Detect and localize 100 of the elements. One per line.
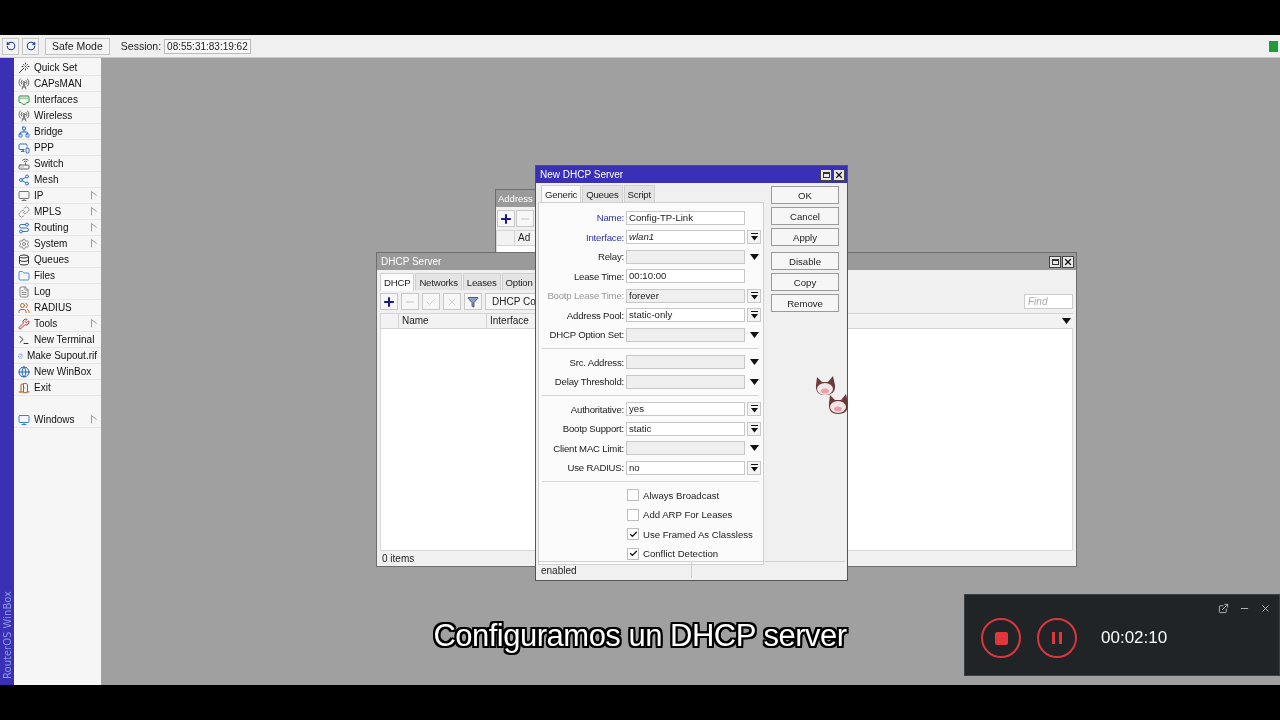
dialog-button[interactable]: Disable — [771, 252, 839, 270]
dropdown-icon — [749, 445, 759, 452]
dropdown-icon — [750, 291, 758, 300]
toolbar-button[interactable] — [497, 210, 515, 227]
tab[interactable]: Option — [501, 273, 537, 290]
switch-icon — [18, 157, 30, 170]
tab[interactable]: Leases — [462, 273, 501, 290]
input-field[interactable]: static-only — [626, 308, 745, 323]
input-field[interactable]: 00:10:00 — [626, 269, 745, 284]
tab[interactable]: Script — [623, 185, 655, 202]
menu-item[interactable]: Bridge — [14, 124, 101, 140]
close-icon — [1063, 256, 1073, 267]
menu-item[interactable]: Tools — [14, 316, 101, 332]
dropdown-icon — [750, 405, 758, 414]
close-icon[interactable] — [1260, 603, 1271, 614]
dropdown-button[interactable] — [747, 308, 761, 323]
toolbar-button[interactable] — [380, 293, 398, 310]
field-label: Src. Address: — [568, 356, 624, 368]
dropdown-icon — [749, 378, 759, 385]
field-label: DHCP Option Set: — [548, 329, 624, 341]
input-field[interactable]: no — [626, 460, 745, 475]
checkbox-label: Use Framed As Classless — [643, 528, 753, 540]
window-title: Address — [498, 193, 533, 204]
gear-icon — [18, 237, 30, 250]
menu-item[interactable]: Windows — [14, 412, 101, 428]
add-icon — [499, 211, 513, 226]
menu-item[interactable]: Log — [14, 284, 101, 300]
input-field[interactable] — [626, 355, 745, 370]
dropdown-button[interactable] — [747, 421, 761, 436]
input-field[interactable]: yes — [626, 402, 745, 417]
checkbox[interactable] — [627, 489, 639, 502]
menu-item[interactable]: IP — [14, 188, 101, 204]
maximize-button[interactable] — [1049, 255, 1061, 268]
session-label: Session: — [120, 40, 162, 52]
input-field[interactable] — [626, 441, 745, 456]
stack-icon — [18, 253, 30, 266]
tab[interactable]: Networks — [415, 273, 462, 290]
checkbox[interactable] — [627, 547, 639, 560]
monitor-icon — [18, 189, 30, 202]
dropdown-button[interactable] — [747, 460, 761, 475]
field-label: Address Pool: — [565, 309, 624, 321]
wrench-icon — [18, 317, 30, 330]
checkbox[interactable] — [627, 508, 639, 521]
network-icon — [18, 125, 30, 138]
dialog-button[interactable]: OK — [771, 186, 839, 204]
field-label: Name: — [595, 212, 624, 224]
dropdown-button[interactable] — [747, 230, 761, 245]
menu-item[interactable]: New WinBox — [14, 364, 101, 380]
input-field[interactable]: Config-TP-Link — [626, 210, 745, 225]
input-field[interactable] — [626, 374, 745, 389]
dialog-button[interactable]: Remove — [771, 294, 839, 312]
menu-item[interactable]: MPLS — [14, 204, 101, 220]
tab[interactable]: Queues — [582, 185, 623, 202]
item-count: 0 items — [382, 553, 415, 564]
pop-out-icon[interactable] — [1218, 603, 1229, 614]
antenna-icon — [18, 109, 30, 122]
input-field[interactable] — [626, 249, 745, 264]
dialog-button[interactable]: Apply — [771, 228, 839, 246]
document-icon — [18, 285, 30, 298]
stop-button[interactable] — [981, 618, 1021, 658]
tab[interactable]: DHCP — [380, 273, 415, 291]
dialog-button[interactable]: Copy — [771, 273, 839, 291]
input-field[interactable] — [626, 327, 745, 342]
brand-label: RouterOS WinBox — [1, 591, 13, 679]
column-header[interactable]: Name — [398, 314, 486, 328]
close-button[interactable] — [1062, 255, 1074, 268]
dropdown-button[interactable] — [747, 288, 761, 303]
session-field[interactable]: 08:55:31:83:19:62 — [164, 38, 251, 54]
redo-button[interactable] — [22, 37, 39, 55]
close-icon — [834, 169, 844, 180]
dropdown-button[interactable] — [747, 402, 761, 417]
door-icon — [18, 381, 30, 394]
undo-icon — [5, 41, 16, 51]
monitor-icon — [18, 413, 30, 426]
undo-button[interactable] — [2, 37, 19, 55]
maximize-icon — [822, 171, 830, 178]
stop-icon — [994, 631, 1008, 645]
window-title: DHCP Server — [381, 256, 442, 267]
subtitle: Configuramos un DHCP server — [433, 618, 847, 653]
maximize-button[interactable] — [820, 168, 832, 181]
dropdown-icon — [749, 331, 759, 338]
pause-icon — [1052, 632, 1062, 644]
input-field[interactable]: static — [626, 421, 745, 436]
input-field[interactable]: wlan1 — [626, 230, 745, 245]
devices-icon — [18, 141, 30, 154]
safe-mode-button[interactable]: Safe Mode — [45, 37, 110, 55]
tab[interactable]: Generic — [541, 185, 582, 203]
field-label: Delay Threshold: — [553, 376, 624, 388]
menu-item[interactable]: System — [14, 236, 101, 252]
dialog-button[interactable]: Cancel — [771, 207, 839, 225]
checkbox-label: Always Broadcast — [643, 489, 720, 501]
toolbar-button[interactable] — [464, 293, 482, 310]
menu-item[interactable]: Routing — [14, 220, 101, 236]
close-button[interactable] — [833, 168, 845, 181]
checkbox[interactable] — [627, 528, 639, 541]
redo-icon — [25, 41, 36, 51]
pause-button[interactable] — [1037, 618, 1077, 658]
network-port-icon — [18, 93, 30, 106]
antenna-icon — [18, 77, 30, 90]
dropdown-icon — [1061, 318, 1071, 324]
